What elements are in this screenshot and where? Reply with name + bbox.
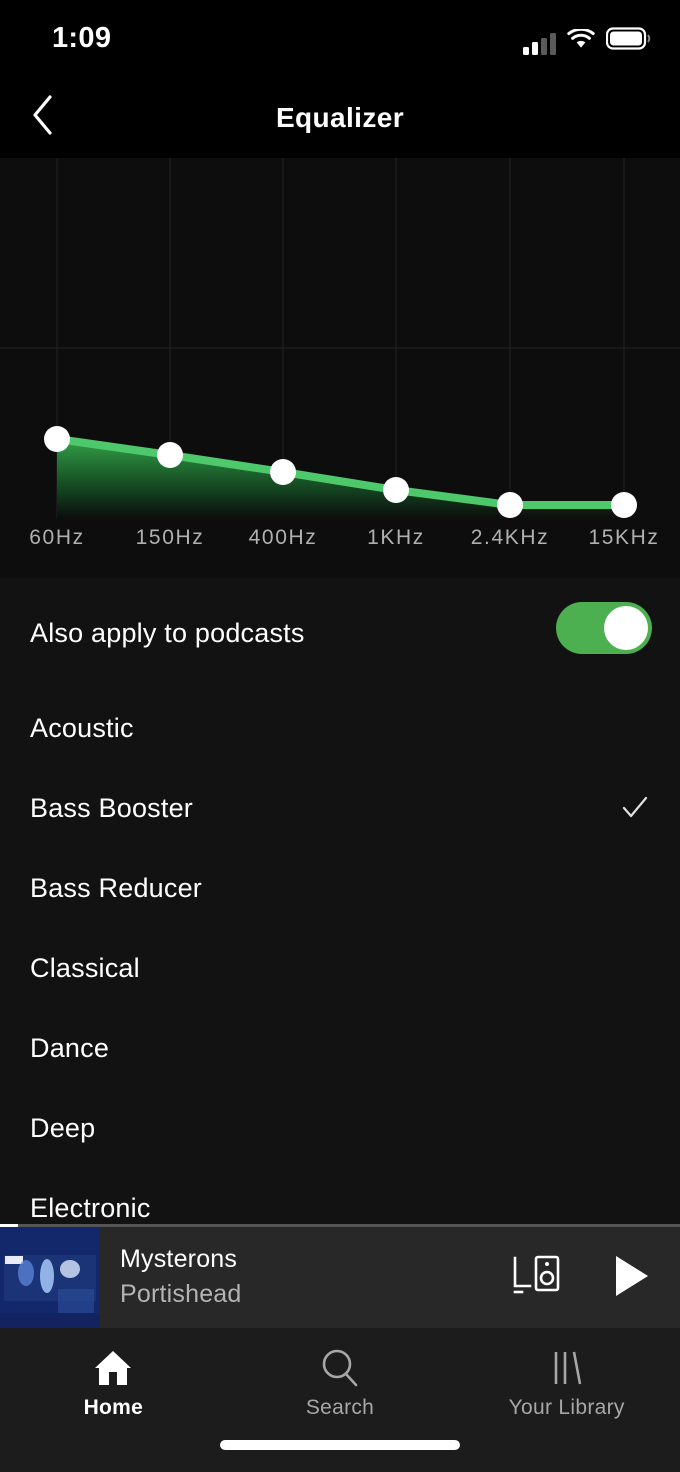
tab-home-label: Home: [83, 1396, 144, 1419]
equalizer-chart[interactable]: 60Hz 150Hz 400Hz 1KHz 2.4KHz 15KHz: [0, 158, 680, 578]
preset-row[interactable]: Dance: [0, 1008, 680, 1088]
frequency-axis-labels: 60Hz 150Hz 400Hz 1KHz 2.4KHz 15KHz: [0, 526, 680, 566]
settings-list: Also apply to podcasts Acoustic Bass Boos…: [0, 578, 680, 1224]
freq-label-150hz: 150Hz: [135, 526, 205, 549]
play-button[interactable]: [604, 1250, 656, 1302]
preset-label: Deep: [30, 1112, 96, 1143]
freq-label-60hz: 60Hz: [29, 526, 85, 549]
nav-header: Equalizer: [0, 78, 680, 158]
battery-icon: [605, 27, 652, 55]
track-title: Mysterons: [120, 1245, 238, 1273]
app-screen: 1:09 Equalizer 60Hz 150Hz 400Hz 1KHz 2.4…: [0, 0, 680, 1472]
eq-band-handle-2.4khz[interactable]: [497, 492, 523, 518]
now-playing-bar[interactable]: Mysterons Portishead: [0, 1224, 680, 1328]
podcast-toggle-row[interactable]: Also apply to podcasts: [0, 578, 680, 688]
preset-rows: Acoustic Bass Booster Bass Reducer Classica…: [0, 688, 680, 1224]
toggle-knob: [604, 606, 648, 650]
library-icon: [545, 1346, 589, 1390]
equalizer-curve-svg[interactable]: [0, 158, 680, 578]
eq-band-handle-400hz[interactable]: [270, 459, 296, 485]
playback-progress-track[interactable]: [0, 1224, 680, 1227]
check-icon: [620, 793, 650, 823]
tab-search[interactable]: Search: [227, 1328, 454, 1472]
preset-label: Electronic: [30, 1192, 151, 1223]
freq-label-15khz: 15KHz: [588, 526, 660, 549]
tab-your-library[interactable]: Your Library: [453, 1328, 680, 1472]
freq-label-1khz: 1KHz: [367, 526, 425, 549]
preset-label: Bass Booster: [30, 792, 193, 823]
home-indicator: [220, 1440, 460, 1450]
track-artist: Portishead: [120, 1280, 242, 1308]
bottom-tab-bar: Home Search Your Library: [0, 1328, 680, 1472]
eq-band-handle-60hz[interactable]: [44, 426, 70, 452]
spotify-connect-devices-icon[interactable]: [512, 1252, 564, 1300]
search-icon: [318, 1346, 362, 1390]
eq-band-handle-15khz[interactable]: [611, 492, 637, 518]
preset-label: Bass Reducer: [30, 872, 202, 903]
cellular-signal-icon: [523, 33, 556, 55]
preset-row[interactable]: Deep: [0, 1088, 680, 1168]
preset-row[interactable]: Electronic: [0, 1168, 680, 1224]
preset-row[interactable]: Bass Reducer: [0, 848, 680, 928]
status-bar: 1:09: [0, 0, 680, 78]
status-icons: [523, 27, 652, 55]
preset-label: Classical: [30, 952, 140, 983]
preset-row[interactable]: Classical: [0, 928, 680, 1008]
podcast-toggle-switch[interactable]: [556, 602, 652, 654]
tab-library-label: Your Library: [508, 1396, 625, 1419]
eq-band-handle-1khz[interactable]: [383, 477, 409, 503]
eq-band-handle-150hz[interactable]: [157, 442, 183, 468]
album-art[interactable]: [0, 1227, 100, 1328]
freq-label-2.4khz: 2.4KHz: [470, 526, 550, 549]
preset-label: Dance: [30, 1032, 110, 1063]
tab-home[interactable]: Home: [0, 1328, 227, 1472]
preset-row[interactable]: Acoustic: [0, 688, 680, 768]
preset-row[interactable]: Bass Booster: [0, 768, 680, 848]
freq-label-400hz: 400Hz: [248, 526, 318, 549]
home-icon: [91, 1346, 135, 1390]
tab-search-label: Search: [305, 1396, 375, 1419]
podcast-toggle-label: Also apply to podcasts: [30, 617, 305, 648]
wifi-icon: [567, 27, 595, 55]
preset-label: Acoustic: [30, 712, 134, 743]
page-title: Equalizer: [275, 102, 405, 133]
status-time: 1:09: [52, 22, 112, 54]
